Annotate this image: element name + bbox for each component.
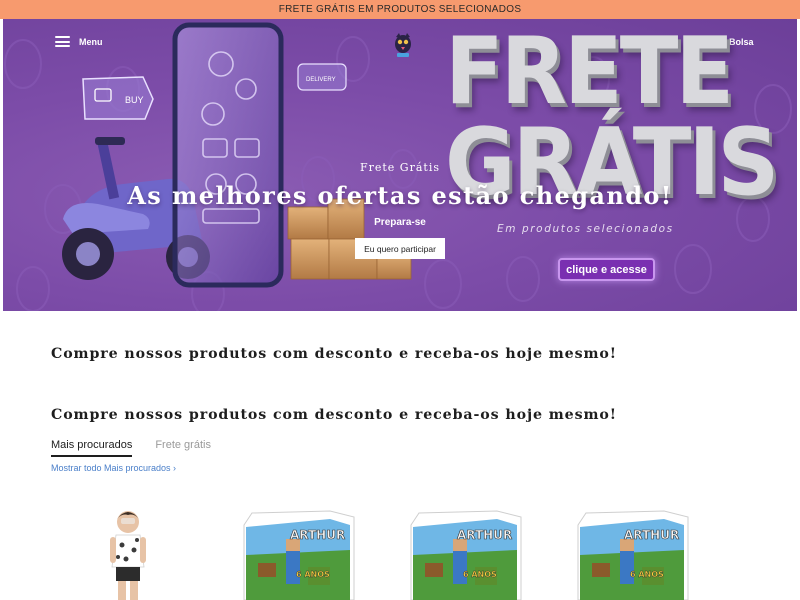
product-tabs: Mais procurados Frete grátis (51, 439, 211, 457)
announcement-bar: FRETE GRÁTIS EM PRODUTOS SELECIONADOS (0, 0, 800, 19)
product-image-gift-bag: ARTHUR 6 ANOS (577, 510, 689, 600)
svg-text:6 ANOS: 6 ANOS (463, 570, 497, 579)
hero-subtitle: Prepara-se (374, 217, 426, 228)
product-card-1[interactable] (72, 495, 192, 600)
product-card-4[interactable]: ARTHUR 6 ANOS (572, 495, 692, 600)
svg-text:6 ANOS: 6 ANOS (630, 570, 664, 579)
hero-banner[interactable]: BUY DELIVERY Menu Buscar 0 Bolsa FRETE G… (3, 19, 797, 311)
hero-title: As melhores ofertas estão chegando! (127, 181, 673, 210)
bag-label: Bolsa (729, 37, 754, 47)
product-image-gift-bag: ARTHUR 6 ANOS (410, 510, 522, 600)
store-logo[interactable] (391, 31, 415, 59)
hero-art-cta[interactable]: clique e acesse (558, 258, 655, 281)
section-title-1: Compre nossos produtos com desconto e re… (51, 346, 617, 362)
tab-mais-procurados[interactable]: Mais procurados (51, 439, 133, 457)
hero-kicker: Frete Grátis (359, 161, 440, 174)
menu-button[interactable]: Menu (55, 36, 103, 47)
show-all-link[interactable]: Mostrar todo Mais procurados › (51, 463, 176, 473)
section-title-2: Compre nossos produtos com desconto e re… (51, 407, 617, 423)
hamburger-icon (55, 36, 70, 47)
participate-button[interactable]: Eu quero participar (355, 238, 445, 259)
svg-text:BUY: BUY (125, 95, 144, 105)
menu-label: Menu (79, 36, 103, 47)
buy-tag: BUY (82, 76, 154, 120)
product-card-2[interactable]: ARTHUR 6 ANOS (238, 495, 358, 600)
product-image-gift-bag: ARTHUR 6 ANOS (243, 510, 355, 600)
product-card-3[interactable]: ARTHUR 6 ANOS (405, 495, 525, 600)
product-image-child-outfit (72, 495, 192, 600)
phone-illustration (172, 22, 284, 288)
tab-frete-gratis[interactable]: Frete grátis (155, 439, 211, 457)
hero-art-word-1: FRETE (445, 19, 734, 126)
delivery-tag: DELIVERY (297, 63, 347, 91)
svg-text:ARTHUR: ARTHUR (624, 528, 679, 542)
announcement-text: FRETE GRÁTIS EM PRODUTOS SELECIONADOS (278, 4, 522, 15)
svg-text:6 ANOS: 6 ANOS (296, 570, 330, 579)
svg-text:DELIVERY: DELIVERY (306, 77, 336, 83)
svg-text:ARTHUR: ARTHUR (290, 528, 345, 542)
svg-text:ARTHUR: ARTHUR (457, 528, 512, 542)
